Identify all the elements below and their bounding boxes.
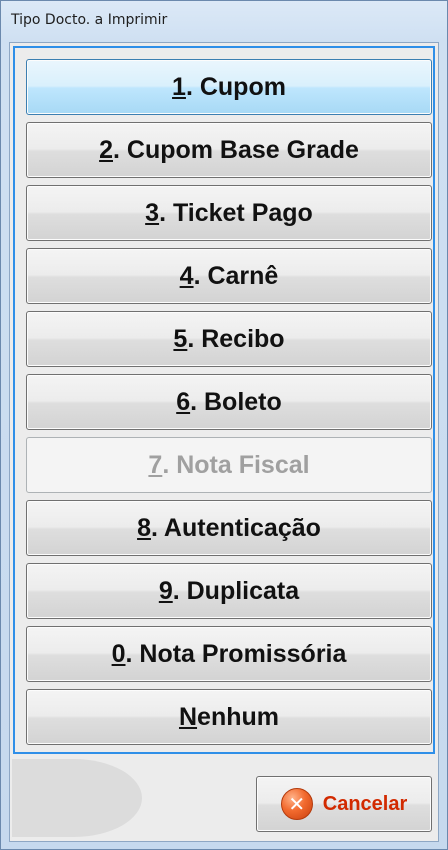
close-circle-icon: ✕ <box>280 788 313 820</box>
option-label: . Recibo <box>187 324 285 353</box>
option-label: . Cupom Base Grade <box>113 135 359 164</box>
option-key: 3 <box>145 198 160 227</box>
window-title: Tipo Docto. a Imprimir <box>11 12 168 28</box>
option-key: 1 <box>172 72 186 101</box>
cancel-label: Cancelar <box>322 792 408 815</box>
option-key: 5 <box>173 324 188 353</box>
option-nota-fiscal-button: 7. Nota Fiscal <box>26 437 432 493</box>
option-autenticacao-button[interactable]: 8. Autenticação <box>26 500 432 556</box>
option-label: . Ticket Pago <box>159 198 313 227</box>
option-label: . Carnê <box>193 261 279 290</box>
option-label: enhum <box>197 702 279 731</box>
option-cupom-base-grade-button[interactable]: 2. Cupom Base Grade <box>26 122 432 178</box>
option-key: N <box>178 702 198 731</box>
option-ticket-pago-button[interactable]: 3. Ticket Pago <box>26 185 432 241</box>
option-label: . Autenticação <box>150 513 321 542</box>
option-label: . Duplicata <box>172 576 300 605</box>
options-panel: 1. Cupom 2. Cupom Base Grade 3. Ticket P… <box>13 46 435 754</box>
option-label: . Boleto <box>190 387 282 416</box>
dialog-window: Tipo Docto. a Imprimir 1. Cupom 2. Cupom… <box>0 0 448 850</box>
option-key: 0 <box>111 639 126 668</box>
option-label: . Nota Promissória <box>125 639 347 668</box>
option-carne-button[interactable]: 4. Carnê <box>26 248 432 304</box>
option-key: 4 <box>179 261 194 290</box>
dialog-client-area: 1. Cupom 2. Cupom Base Grade 3. Ticket P… <box>9 42 439 842</box>
bottom-bar: ✕ Cancelar <box>10 757 438 841</box>
option-key: 9 <box>158 576 173 605</box>
option-label: . Cupom <box>185 72 286 101</box>
decorative-shape <box>12 759 142 837</box>
option-label: . Nota Fiscal <box>162 450 310 479</box>
option-nota-promissoria-button[interactable]: 0. Nota Promissória <box>26 626 432 682</box>
option-nenhum-button[interactable]: Nenhum <box>26 689 432 745</box>
option-key: 7 <box>148 450 163 479</box>
option-boleto-button[interactable]: 6. Boleto <box>26 374 432 430</box>
option-cupom-button[interactable]: 1. Cupom <box>26 59 432 115</box>
option-duplicata-button[interactable]: 9. Duplicata <box>26 563 432 619</box>
cancel-button[interactable]: ✕ Cancelar <box>256 776 432 832</box>
option-key: 6 <box>176 387 191 416</box>
title-bar[interactable]: Tipo Docto. a Imprimir <box>1 1 447 41</box>
option-recibo-button[interactable]: 5. Recibo <box>26 311 432 367</box>
option-key: 8 <box>137 513 151 542</box>
option-key: 2 <box>99 135 113 164</box>
